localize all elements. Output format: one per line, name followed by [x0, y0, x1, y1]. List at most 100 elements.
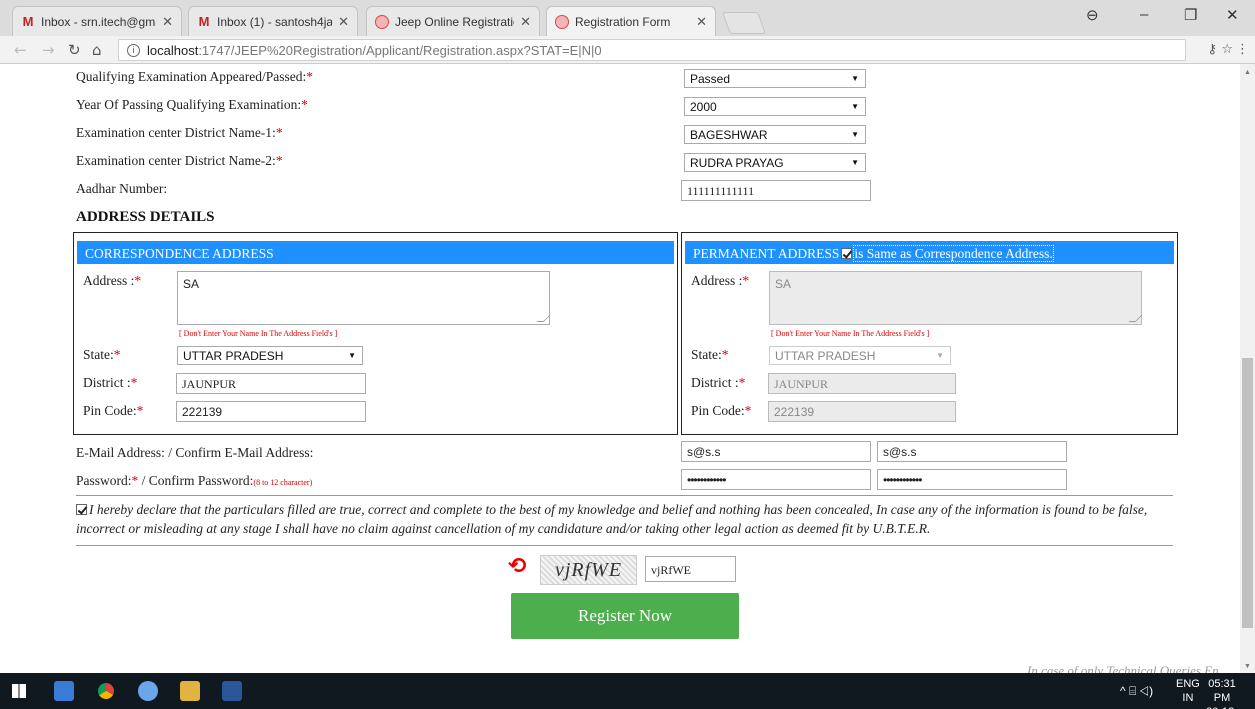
menu-icon[interactable]: ⋮ — [1236, 42, 1249, 57]
address-hint: [ Don't Enter Your Name In The Address F… — [771, 329, 930, 338]
permanent-pin-label: Pin Code:* — [691, 403, 752, 418]
close-icon[interactable]: ✕ — [520, 14, 531, 30]
qualifying-exam-label: Qualifying Examination Appeared/Passed:* — [76, 69, 313, 84]
correspondence-pin-label: Pin Code:* — [83, 403, 144, 418]
tab-title: Inbox - srn.itech@gmail. — [41, 14, 156, 29]
scrollbar-thumb[interactable] — [1242, 358, 1253, 628]
permanent-district-input[interactable]: JAUNPUR — [768, 373, 956, 394]
divider — [76, 495, 1173, 496]
tab-jeep-online-registration[interactable]: Jeep Online Registration ✕ — [366, 6, 540, 36]
declaration-checkbox[interactable] — [76, 504, 87, 515]
email-label: E-Mail Address: / Confirm E-Mail Address… — [76, 445, 314, 460]
permanent-state-select[interactable]: UTTAR PRADESH — [769, 346, 951, 365]
captcha-image: vjRfWE — [540, 555, 637, 585]
correspondence-address-textarea[interactable]: SA — [177, 271, 551, 325]
same-address-label[interactable]: is Same as Correspondence Address. — [853, 245, 1054, 262]
gmail-icon: M — [198, 14, 210, 29]
same-address-checkbox[interactable] — [841, 248, 853, 259]
minimize-icon[interactable]: – — [1140, 6, 1148, 23]
language-indicator[interactable]: ENG IN — [1176, 677, 1200, 705]
time: 05:31 PM — [1208, 678, 1236, 704]
app-icon[interactable] — [138, 681, 158, 701]
tab-title: Registration Form — [575, 14, 671, 29]
year-passing-label: Year Of Passing Qualifying Examination:* — [76, 97, 308, 112]
year-passing-select[interactable]: 2000 — [684, 97, 866, 116]
chrome-icon[interactable] — [96, 681, 116, 701]
windows-start-icon[interactable] — [12, 684, 26, 698]
aadhar-input[interactable]: 111111111111 — [681, 180, 871, 201]
tab-registration-form[interactable]: Registration Form ✕ — [546, 6, 716, 36]
site-icon — [375, 14, 389, 29]
center-1-select[interactable]: BAGESHWAR — [684, 125, 866, 144]
correspondence-state-label: State:* — [83, 347, 121, 362]
correspondence-district-label: District :* — [83, 375, 138, 390]
permanent-state-label: State:* — [691, 347, 729, 362]
address-details-heading: ADDRESS DETAILS — [76, 209, 215, 225]
maximize-icon[interactable]: ❐ — [1184, 6, 1197, 24]
divider — [76, 545, 1173, 546]
technical-queries-footnote: In case of only Technical Queries En — [1027, 663, 1219, 673]
permanent-address-value: SA — [775, 277, 792, 291]
language: ENG — [1176, 678, 1200, 690]
tray-icons[interactable]: ^ ⌸ ◁) — [1120, 684, 1153, 698]
page-content: Qualifying Examination Appeared/Passed:*… — [0, 64, 1240, 673]
password-input[interactable]: •••••••••••• — [681, 469, 871, 490]
reload-icon[interactable]: ↻ — [68, 41, 81, 59]
windows-taskbar: ^ ⌸ ◁) ENG IN 05:31 PM 30-12-2017 — [0, 673, 1255, 709]
refresh-captcha-icon[interactable]: ⟲ — [508, 554, 526, 579]
correspondence-district-input[interactable]: JAUNPUR — [176, 373, 366, 394]
word-icon[interactable] — [222, 681, 242, 701]
permanent-address-label: Address :* — [691, 273, 750, 288]
forward-icon[interactable]: → — [42, 41, 55, 59]
resize-grip-icon[interactable] — [536, 315, 551, 322]
close-window-icon[interactable]: ✕ — [1226, 6, 1239, 24]
permanent-address-box: PERMANENT ADDRESS is Same as Corresponden… — [681, 232, 1178, 435]
clock[interactable]: 05:31 PM 30-12-2017 — [1200, 677, 1244, 709]
permanent-district-label: District :* — [691, 375, 746, 390]
browser-address-bar: ← → ↻ ⌂ i localhost:1747/JEEP%20Registra… — [0, 36, 1255, 64]
close-icon[interactable]: ✕ — [338, 14, 349, 30]
resize-grip-icon[interactable] — [1128, 315, 1143, 322]
confirm-password-input[interactable]: •••••••••••• — [877, 469, 1067, 490]
gmail-icon: M — [22, 14, 34, 29]
tab-title: Inbox (1) - santosh4jan9 — [217, 14, 332, 29]
register-now-button[interactable]: Register Now — [511, 593, 739, 639]
url-field[interactable]: i localhost:1747/JEEP%20Registration/App… — [118, 39, 1186, 61]
key-icon[interactable]: ⚷ — [1207, 42, 1217, 57]
permanent-address-title: PERMANENT ADDRESS — [693, 246, 840, 261]
page-scrollbar[interactable]: ▲ ▼ — [1240, 64, 1255, 673]
info-icon[interactable]: i — [127, 44, 140, 57]
url-path: :1747/JEEP%20Registration/Applicant/Regi… — [198, 43, 602, 58]
date: 30-12-2017 — [1200, 705, 1244, 709]
close-icon[interactable]: ✕ — [696, 14, 707, 30]
qualifying-exam-select[interactable]: Passed — [684, 69, 866, 88]
home-icon[interactable]: ⌂ — [92, 41, 102, 59]
close-icon[interactable]: ✕ — [162, 14, 173, 30]
scroll-up-icon[interactable]: ▲ — [1244, 68, 1251, 76]
correspondence-address-title: CORRESPONDENCE ADDRESS — [77, 241, 674, 264]
site-icon — [555, 14, 569, 29]
correspondence-state-select[interactable]: UTTAR PRADESH — [177, 346, 363, 365]
profile-icon[interactable]: ⊖ — [1086, 6, 1099, 24]
declaration: I hereby declare that the particulars fi… — [76, 500, 1176, 538]
permanent-address-textarea[interactable]: SA — [769, 271, 1143, 325]
bookmark-star-icon[interactable]: ☆ — [1221, 42, 1233, 57]
correspondence-pin-input[interactable]: 222139 — [176, 401, 366, 422]
tab-inbox-santosh[interactable]: M Inbox (1) - santosh4jan9 ✕ — [188, 6, 358, 36]
declaration-text: I hereby declare that the particulars fi… — [76, 502, 1148, 536]
back-icon[interactable]: ← — [14, 41, 27, 59]
center-2-select[interactable]: RUDRA PRAYAG — [684, 153, 866, 172]
captcha-input[interactable]: vjRfWE — [645, 556, 736, 582]
correspondence-address-box: CORRESPONDENCE ADDRESS Address :* SA [ D… — [73, 232, 678, 435]
visual-studio-icon[interactable] — [180, 681, 200, 701]
scroll-down-icon[interactable]: ▼ — [1244, 662, 1251, 670]
correspondence-address-value: SA — [183, 277, 200, 291]
permanent-pin-input[interactable]: 222139 — [768, 401, 956, 422]
tab-inbox-srn[interactable]: M Inbox - srn.itech@gmail. ✕ — [12, 6, 182, 36]
url-host: localhost — [147, 43, 199, 58]
confirm-email-input[interactable]: s@s.s — [877, 441, 1067, 462]
file-explorer-icon[interactable] — [54, 681, 74, 701]
email-input[interactable]: s@s.s — [681, 441, 871, 462]
correspondence-address-label: Address :* — [83, 273, 142, 288]
new-tab-button[interactable] — [721, 12, 767, 34]
